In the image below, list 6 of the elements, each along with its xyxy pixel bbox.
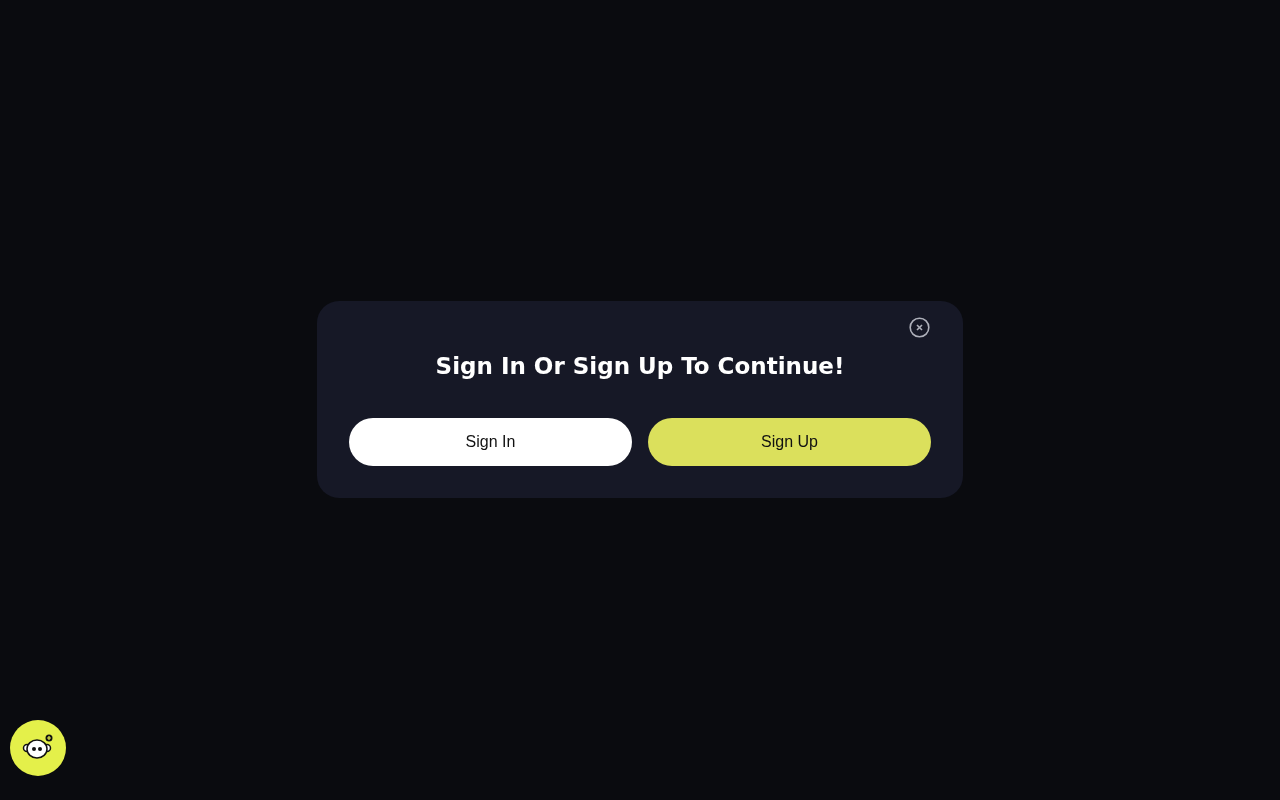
sign-in-button[interactable]: Sign In: [349, 418, 632, 466]
robot-face-icon: [22, 734, 54, 762]
dialog-title: Sign In Or Sign Up To Continue!: [434, 352, 846, 381]
sign-up-button[interactable]: Sign Up: [648, 418, 931, 466]
chat-bot-button[interactable]: [10, 720, 66, 776]
close-icon[interactable]: [909, 317, 930, 338]
